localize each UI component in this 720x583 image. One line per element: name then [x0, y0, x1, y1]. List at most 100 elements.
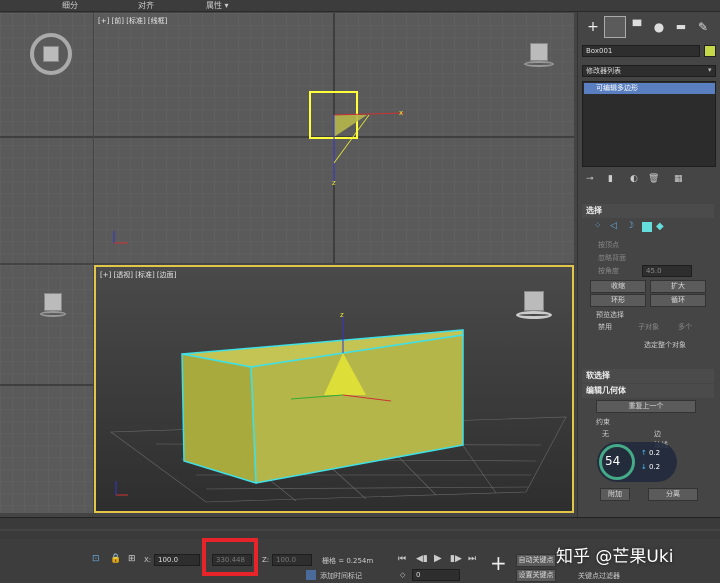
edit-geometry-rollout-header[interactable]: 编辑几何体 [582, 384, 714, 398]
upload-arrow-icon: ↑ [641, 449, 647, 457]
by-angle-checkbox[interactable]: 按角度 [598, 266, 619, 276]
svg-text:z: z [340, 311, 344, 319]
next-frame-icon[interactable]: ▮▶ [450, 554, 462, 564]
ignore-backface-checkbox[interactable]: 忽略背面 [598, 253, 626, 263]
viewport-top[interactable]: x z [+] [前] [标准] [线框] [94, 13, 574, 263]
detach-button[interactable]: 分离 [648, 488, 698, 501]
set-key-button[interactable]: 设置关键点 [516, 569, 556, 582]
hierarchy-tab-icon[interactable]: ▀ [626, 16, 648, 38]
attach-button[interactable]: 附加 [600, 488, 630, 501]
subobject-toolbar: ⁘ ◁ ☽ ◆ [594, 221, 694, 235]
z-coord-field[interactable]: 100.0 [272, 554, 312, 566]
viewport-top-label[interactable]: [+] [前] [标准] [线框] [98, 16, 167, 26]
edit-geometry-title: 编辑几何体 [586, 386, 626, 395]
modifier-list-dropdown[interactable]: 修改器列表 [582, 65, 716, 77]
x-coord-field[interactable]: 100.0 [154, 554, 200, 566]
auto-key-button[interactable]: 自动关键点 [516, 554, 556, 567]
viewcube-top-face [43, 46, 59, 62]
constraints-label: 约束 [596, 418, 610, 426]
watermark: 知乎 @芒果Uki [556, 547, 674, 567]
modify-tab-icon[interactable] [604, 16, 626, 38]
go-end-icon[interactable]: ⏭ [468, 554, 476, 564]
viewcube-ring [516, 311, 552, 319]
display-tab-icon[interactable]: ▬ [670, 16, 692, 38]
box-side-face [181, 353, 257, 485]
grid-size-label: 栅格 = 0.254m [322, 557, 374, 565]
menu-subdivide[interactable]: 细分 [62, 0, 78, 12]
selection-title: 选择 [586, 206, 602, 215]
angle-spinner[interactable]: 45.0 [642, 265, 692, 277]
object-color-swatch[interactable] [704, 45, 716, 57]
transform-mode-icon[interactable]: ⊞ [128, 554, 136, 564]
lock-icon[interactable]: 🔒 [110, 554, 121, 564]
whole-object-status: 选定整个对象 [644, 341, 686, 349]
ring-button[interactable]: 环形 [590, 294, 646, 307]
soft-selection-rollout-header[interactable]: 软选择 [582, 369, 714, 383]
chevron-down-icon: ▾ [708, 66, 712, 74]
vertex-mode-icon[interactable]: ⁘ [594, 221, 602, 231]
highlight-box [202, 538, 258, 576]
timeline-ruler [0, 529, 720, 531]
motion-tab-icon[interactable]: ● [648, 16, 670, 38]
soft-selection-title: 软选择 [586, 371, 610, 380]
viewport-topleft[interactable] [0, 13, 93, 263]
stack-item-editable-poly[interactable]: 可编辑多边形 [584, 83, 715, 94]
constraint-edge-radio[interactable]: 边 [654, 429, 661, 439]
preview-selection-label: 预览选择 [596, 311, 624, 319]
prev-frame-icon[interactable]: ◀▮ [416, 554, 428, 564]
object-name-field[interactable]: Box001 [582, 45, 700, 57]
create-tab-icon[interactable]: + [582, 16, 604, 38]
svg-text:z: z [332, 179, 336, 187]
border-mode-icon[interactable]: ☽ [626, 221, 634, 231]
viewport-left[interactable] [0, 265, 93, 513]
viewcube-compass-icon[interactable] [30, 33, 72, 75]
x-coord-label: X: [144, 556, 152, 564]
current-frame-field[interactable]: 0 [412, 569, 460, 581]
utilities-wrench-icon[interactable]: ✎ [692, 16, 714, 38]
edge-mode-icon[interactable]: ◁ [610, 221, 617, 231]
viewcube-ring [40, 311, 66, 317]
element-mode-icon[interactable]: ◆ [656, 221, 664, 232]
go-start-icon[interactable]: ⏮ [398, 554, 406, 564]
make-unique-icon[interactable]: ◐ [630, 174, 638, 184]
viewport-perspective[interactable]: z [+] [透视] [标准] [边面] [94, 265, 574, 513]
menu-properties[interactable]: 属性 ▾ [206, 0, 229, 12]
grow-button[interactable]: 扩大 [650, 280, 706, 293]
preview-multi-radio[interactable]: 多个 [678, 322, 692, 332]
loop-button[interactable]: 循环 [650, 294, 706, 307]
viewcube-persp-icon[interactable] [516, 289, 552, 325]
polygon-mode-icon[interactable] [642, 222, 652, 232]
viewcube-face [524, 291, 544, 311]
remove-modifier-icon[interactable]: 🗑 [648, 174, 659, 184]
download-arrow-icon: ↓ [641, 463, 647, 471]
repeat-last-button[interactable]: 重复上一个 [596, 400, 696, 413]
time-tag-icon[interactable] [306, 570, 316, 580]
add-time-tag-label[interactable]: 添加时间标记 [320, 571, 362, 581]
viewcube-top-icon[interactable] [524, 41, 554, 71]
grid-top: x z [94, 13, 574, 263]
key-mode-icon[interactable]: ◇ [400, 571, 405, 579]
selection-lock-icon[interactable]: ⊡ [92, 554, 100, 564]
gauge-dial: 54 [599, 444, 635, 480]
menu-align[interactable]: 对齐 [138, 0, 154, 12]
top-menubar: 细分 对齐 属性 ▾ [0, 0, 720, 12]
selection-rollout-header[interactable]: 选择 [582, 204, 714, 218]
viewcube-face [530, 43, 548, 61]
play-icon[interactable]: ▶ [434, 553, 442, 564]
key-filters-label[interactable]: 关键点过滤器 [578, 571, 620, 581]
viewcube-left-icon[interactable] [40, 293, 66, 319]
timeline-track[interactable] [0, 517, 720, 539]
download-rate: 0.2 [649, 463, 661, 471]
add-key-icon[interactable]: + [490, 553, 507, 573]
pin-stack-icon[interactable]: ⊸ [586, 174, 594, 184]
constraint-none-radio[interactable]: 无 [602, 429, 609, 439]
perspective-scene: z [96, 267, 572, 511]
preview-off-radio[interactable]: 禁用 [598, 322, 612, 332]
shrink-button[interactable]: 收缩 [590, 280, 646, 293]
viewport-persp-label[interactable]: [+] [透视] [标准] [边面] [100, 270, 176, 280]
upload-rate: 0.2 [649, 449, 661, 457]
preview-subobject-radio[interactable]: 子对象 [638, 322, 659, 332]
show-end-result-icon[interactable]: ▮ [608, 174, 613, 184]
configure-sets-icon[interactable]: ▦ [674, 174, 683, 184]
by-vertex-checkbox[interactable]: 按顶点 [598, 240, 619, 250]
